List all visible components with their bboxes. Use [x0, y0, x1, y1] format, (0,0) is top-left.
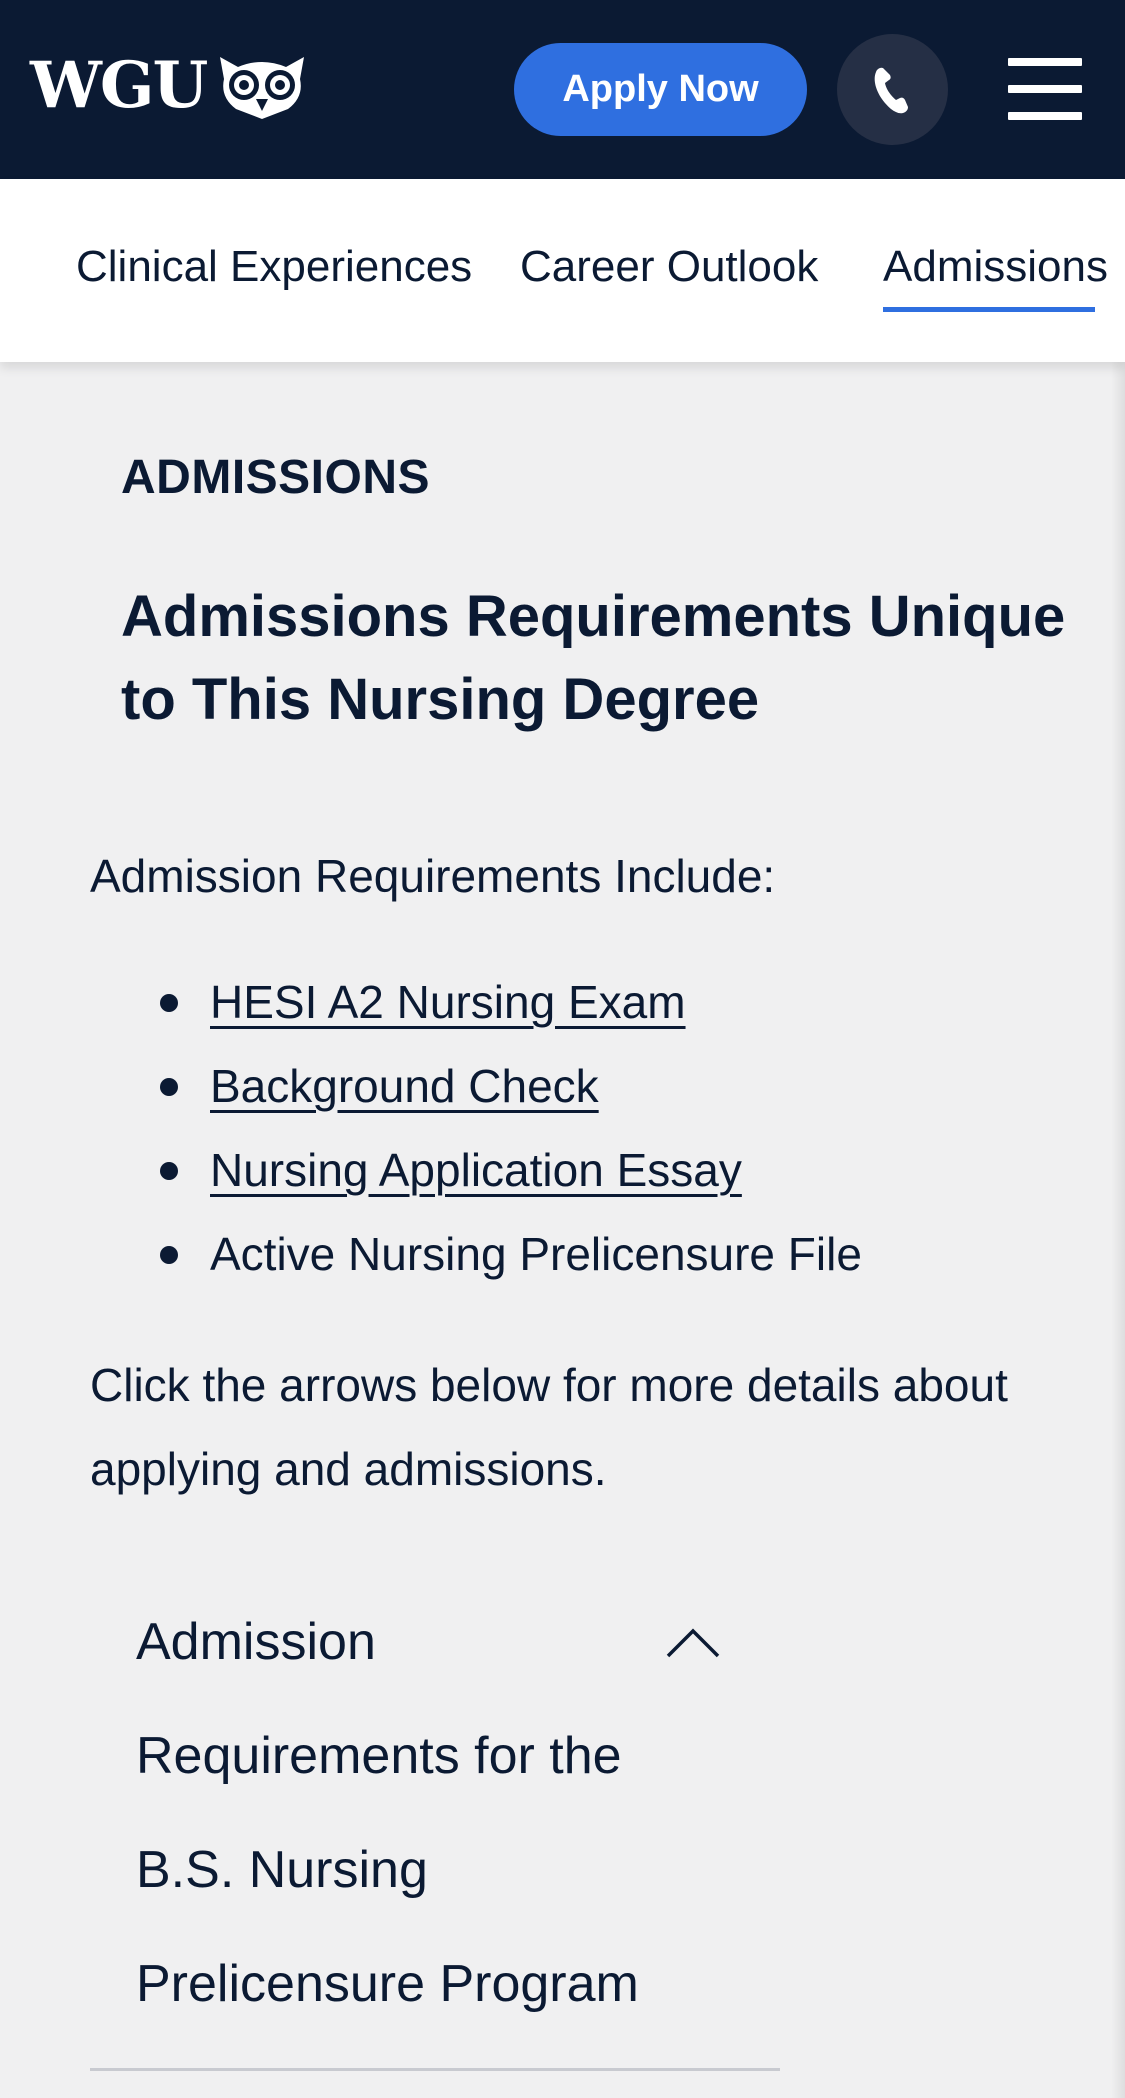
tab-clinical-experiences[interactable]: Clinical Experiences	[76, 241, 472, 293]
prelicensure-file-text: Active Nursing Prelicensure File	[210, 1228, 862, 1280]
wgu-logo[interactable]: WGU	[30, 52, 308, 120]
requirements-intro: Admission Requirements Include:	[90, 850, 776, 902]
apply-now-button[interactable]: Apply Now	[514, 43, 807, 136]
section-title: Admissions Requirements Unique to This N…	[121, 584, 1066, 732]
hamburger-menu-button[interactable]	[1008, 58, 1082, 120]
list-item: HESI A2 Nursing Exam	[90, 970, 862, 1054]
list-item: Nursing Application Essay	[90, 1138, 862, 1222]
logo-text: WGU	[30, 48, 208, 123]
hesi-exam-link[interactable]: HESI A2 Nursing Exam	[210, 976, 686, 1028]
requirements-list: HESI A2 Nursing Exam Background Check Nu…	[90, 970, 862, 1306]
owl-logo-icon	[220, 57, 305, 119]
site-header: WGU Apply Now	[0, 0, 1125, 179]
bullet-icon	[160, 1078, 178, 1096]
list-item: Active Nursing Prelicensure File	[90, 1222, 862, 1306]
bullet-icon	[160, 1246, 178, 1264]
details-instructions: Click the arrows below for more details …	[90, 1359, 1008, 1495]
application-essay-link[interactable]: Nursing Application Essay	[210, 1144, 742, 1196]
chevron-up-icon[interactable]	[665, 1625, 721, 1659]
bullet-icon	[160, 994, 178, 1012]
section-tabs: t Clinical Experiences Career Outlook Ad…	[0, 179, 1125, 362]
active-tab-indicator	[883, 307, 1095, 312]
phone-icon	[874, 67, 908, 113]
accordion-divider	[90, 2068, 780, 2071]
tab-admissions[interactable]: Admissions	[883, 241, 1108, 293]
phone-button[interactable]	[837, 34, 948, 145]
accordion-title: Admission Requirements for the B.S. Nurs…	[136, 1613, 639, 2013]
bullet-icon	[160, 1162, 178, 1180]
tab-career-outlook[interactable]: Career Outlook	[520, 241, 818, 293]
background-check-link[interactable]: Background Check	[210, 1060, 599, 1112]
edge-shadow	[1111, 362, 1125, 2098]
menu-bar-bottom	[1008, 112, 1082, 120]
admission-requirements-accordion[interactable]: Admission Requirements for the B.S. Nurs…	[90, 1585, 780, 2071]
list-item: Background Check	[90, 1054, 862, 1138]
menu-bar-middle	[1008, 85, 1082, 93]
section-eyebrow: ADMISSIONS	[121, 451, 431, 504]
menu-bar-top	[1008, 58, 1082, 66]
